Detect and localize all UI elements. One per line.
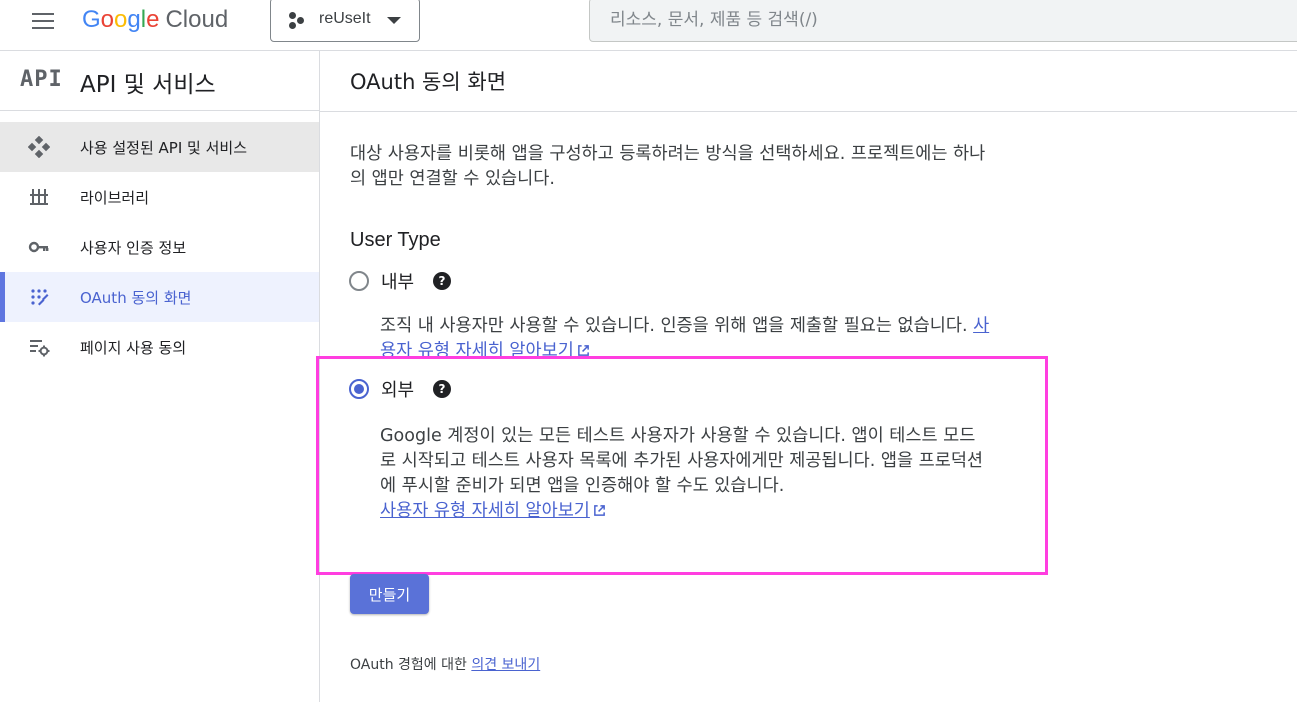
sidebar: API API 및 서비스 사용 설정된 API 및 서비스 라이브러리 사용자…: [0, 51, 320, 702]
key-icon: [28, 241, 49, 253]
caret-down-icon: [387, 17, 401, 24]
sidebar-item-label: 사용 설정된 API 및 서비스: [80, 139, 248, 157]
external-label[interactable]: 외부: [381, 376, 414, 402]
learn-more-link[interactable]: 사용자 유형 자세히 알아보기: [380, 501, 590, 521]
main-header: OAuth 동의 화면: [320, 51, 1297, 112]
page-description: 대상 사용자를 비롯해 앱을 구성하고 등록하려는 방식을 선택하세요. 프로젝…: [350, 144, 986, 189]
project-picker[interactable]: reUseIt: [270, 0, 420, 42]
internal-radio[interactable]: [349, 271, 369, 291]
help-icon[interactable]: ?: [433, 272, 451, 290]
sidebar-item-label: OAuth 동의 화면: [80, 289, 192, 307]
sidebar-item-page-usage-agreements[interactable]: 페이지 사용 동의: [0, 322, 319, 372]
oauth-consent-icon: [31, 289, 49, 306]
sidebar-item-label: 라이브러리: [80, 189, 150, 207]
internal-description: 조직 내 사용자만 사용할 수 있습니다. 인증을 위해 앱을 제출할 필요는 …: [380, 316, 990, 361]
sidebar-item-enabled-apis[interactable]: 사용 설정된 API 및 서비스: [0, 122, 319, 172]
sidebar-header: API API 및 서비스: [0, 51, 319, 111]
send-feedback-link[interactable]: 의견 보내기: [471, 657, 540, 673]
feedback-line: OAuth 경험에 대한 의견 보내기: [350, 657, 541, 673]
sidebar-item-label: 사용자 인증 정보: [80, 239, 187, 257]
sidebar-item-oauth-consent[interactable]: OAuth 동의 화면: [0, 272, 319, 322]
library-icon: [30, 189, 48, 205]
help-icon[interactable]: ?: [433, 380, 451, 398]
settings-list-icon: [30, 340, 50, 357]
external-description: Google 계정이 있는 모든 테스트 사용자가 사용할 수 있습니다. 앱이…: [380, 426, 984, 521]
sidebar-item-label: 페이지 사용 동의: [80, 339, 187, 357]
project-name: reUseIt: [319, 10, 371, 27]
external-radio[interactable]: [349, 379, 369, 399]
external-link-icon: [577, 345, 589, 356]
sidebar-title: API 및 서비스: [80, 72, 216, 98]
google-cloud-logo[interactable]: Google Cloud: [82, 6, 228, 34]
user-type-title: User Type: [350, 229, 441, 251]
search-input[interactable]: [610, 9, 1210, 31]
sidebar-item-credentials[interactable]: 사용자 인증 정보: [0, 222, 319, 272]
hamburger-menu-icon[interactable]: [22, 9, 64, 33]
dashboard-icon: [28, 136, 50, 158]
project-hub-icon: [287, 12, 307, 30]
api-icon: API: [20, 67, 63, 92]
search-bar[interactable]: [589, 0, 1297, 42]
create-button[interactable]: 만들기: [350, 574, 429, 614]
sidebar-item-library[interactable]: 라이브러리: [0, 172, 319, 222]
top-bar: Google Cloud reUseIt: [0, 0, 1297, 51]
internal-label[interactable]: 내부: [381, 268, 414, 294]
external-link-icon: [594, 505, 605, 516]
page-title: OAuth 동의 화면: [350, 70, 507, 94]
